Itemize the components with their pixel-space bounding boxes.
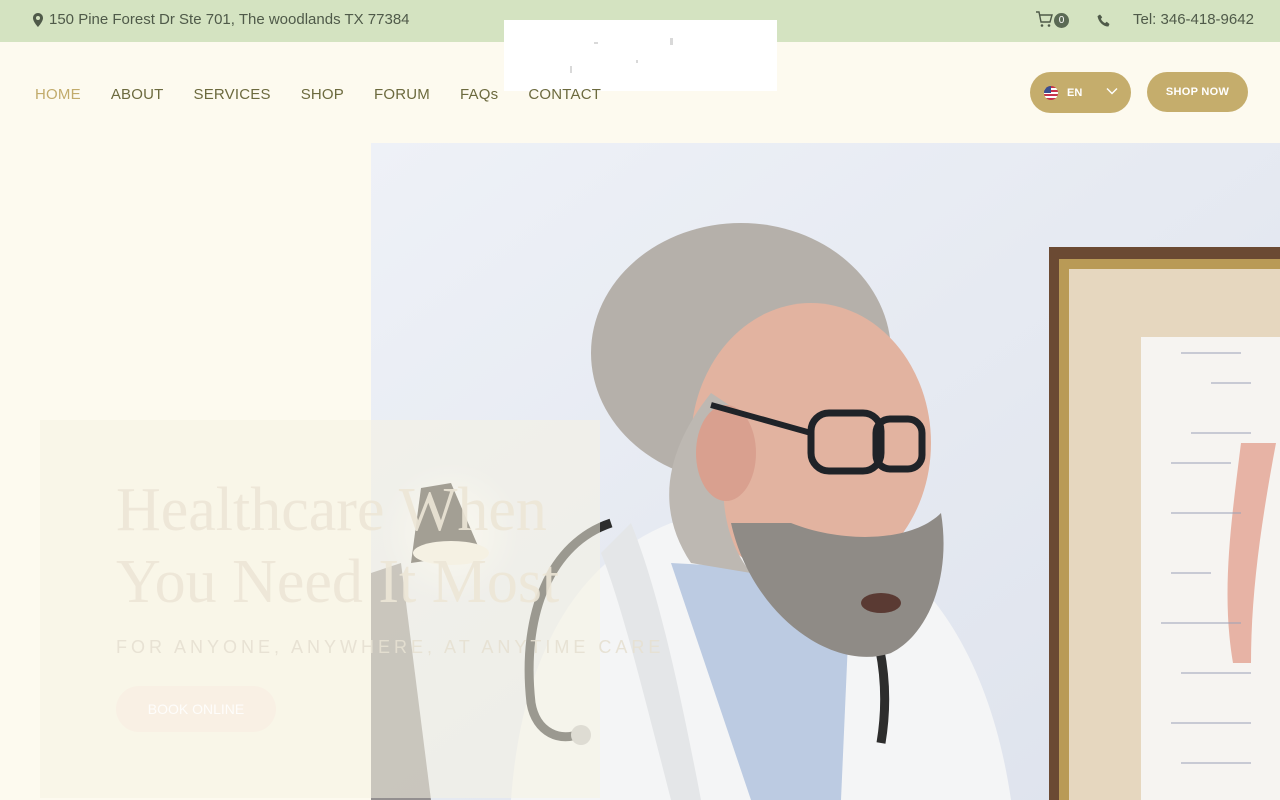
book-online-button[interactable]: BOOK ONLINE xyxy=(116,686,276,732)
phone-icon xyxy=(1097,14,1110,27)
nav-item-shop[interactable]: SHOP xyxy=(301,86,344,103)
hero-subtitle: FOR ANYONE, ANYWHERE, AT ANYTIME CARE xyxy=(116,637,665,657)
hero-title-line1: Healthcare When xyxy=(116,476,547,544)
logo-mark xyxy=(594,42,598,44)
chevron-down-icon xyxy=(1106,88,1118,95)
address[interactable]: 150 Pine Forest Dr Ste 701, The woodland… xyxy=(33,11,410,28)
nav-item-faqs[interactable]: FAQs xyxy=(460,86,498,103)
location-pin-icon xyxy=(33,12,43,27)
nav-item-home[interactable]: HOME xyxy=(35,86,81,103)
address-text: 150 Pine Forest Dr Ste 701, The woodland… xyxy=(49,11,410,28)
cart-button[interactable]: 0 xyxy=(1035,11,1069,28)
cart-icon xyxy=(1036,11,1053,27)
nav-item-services[interactable]: SERVICES xyxy=(194,86,271,103)
logo-mark xyxy=(570,66,572,73)
nav-item-contact[interactable]: CONTACT xyxy=(528,86,601,103)
phone-number[interactable]: Tel: 346-418-9642 xyxy=(1133,11,1254,28)
language-selector[interactable]: EN xyxy=(1030,72,1131,113)
hero-title-line2: You Need It Most xyxy=(116,548,560,616)
logo[interactable] xyxy=(504,20,777,91)
logo-mark xyxy=(670,38,673,45)
us-flag-icon xyxy=(1044,85,1058,100)
nav-item-about[interactable]: ABOUT xyxy=(111,86,164,103)
shop-now-button[interactable]: SHOP NOW xyxy=(1147,72,1248,112)
language-label: EN xyxy=(1067,86,1083,99)
logo-mark xyxy=(636,60,638,63)
cart-count-badge: 0 xyxy=(1054,13,1069,28)
hero-title: Healthcare When You Need It Most xyxy=(116,474,676,618)
nav-item-forum[interactable]: FORUM xyxy=(374,86,430,103)
main-nav: HOME ABOUT SERVICES SHOP FORUM FAQs CONT… xyxy=(35,86,631,103)
